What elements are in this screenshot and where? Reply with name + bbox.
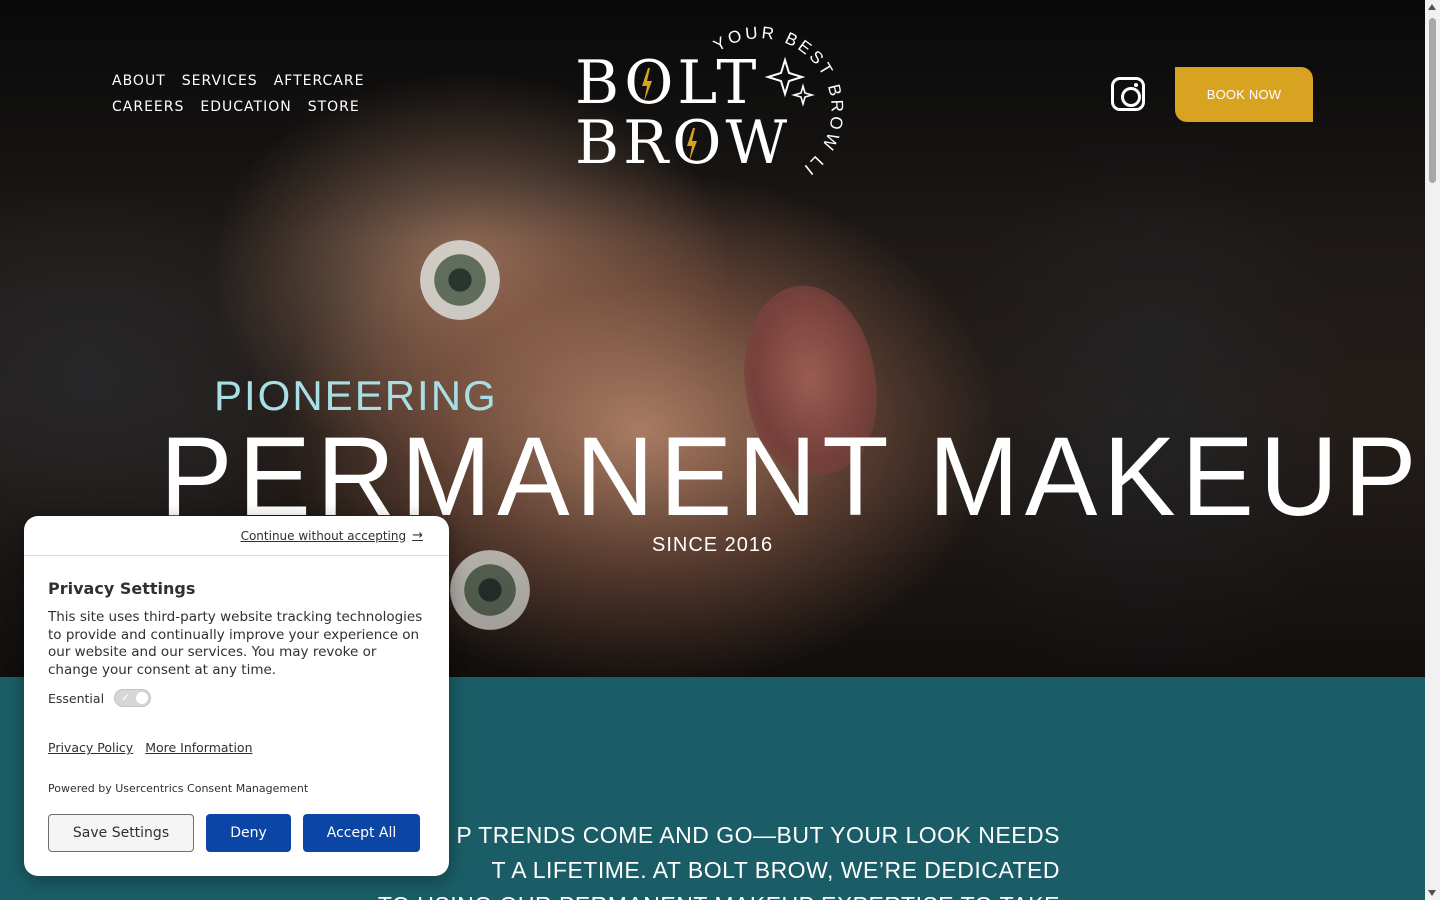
main-nav: ABOUT SERVICES AFTERCARE CAREERS EDUCATI… [112,70,452,118]
powered-by-text: Powered by Usercentrics Consent Manageme… [48,782,309,795]
more-information-link[interactable]: More Information [145,740,252,755]
sparkle-icon [764,56,806,98]
checkmark-icon: ✓ [121,691,131,704]
privacy-policy-link[interactable]: Privacy Policy [48,740,133,755]
arrow-right-icon: → [412,528,423,543]
essential-label: Essential [48,690,105,706]
continue-without-accepting-link[interactable]: Continue without accepting → [241,528,423,543]
book-now-button[interactable]: BOOK NOW [1175,67,1313,122]
consent-links: Privacy Policy More Information [48,740,253,755]
nav-item-aftercare[interactable]: AFTERCARE [274,70,365,92]
nav-item-about[interactable]: ABOUT [112,70,166,92]
logo-word-bolt: BOLT [575,48,761,118]
essential-toggle[interactable]: ✓ [114,689,152,707]
nav-item-services[interactable]: SERVICES [182,70,258,92]
hero-since: SINCE 2016 [652,534,774,556]
scrollbar-thumb[interactable] [1429,18,1436,183]
logo-word-brow: BROW [575,108,792,178]
sparkle-icon [791,83,815,107]
continue-label: Continue without accepting [240,528,407,543]
privacy-consent-modal: Continue without accepting → Privacy Set… [24,516,449,876]
scroll-up-arrow-icon[interactable] [1428,4,1436,10]
intro-text-line: TO USING OUR PERMANENT MAKEUP EXPERTISE … [300,888,1060,900]
lightning-bolt-icon [642,68,652,102]
consent-body: This site uses third-party website track… [48,609,423,678]
deny-button[interactable]: Deny [206,814,291,852]
consent-title: Privacy Settings [48,579,196,598]
nav-item-store[interactable]: STORE [308,96,360,118]
nav-item-careers[interactable]: CAREERS [112,96,184,118]
scroll-down-arrow-icon[interactable] [1428,890,1436,896]
site-logo[interactable]: YOUR BEST BROW LIFE BOLT BROW [570,18,860,178]
lightning-bolt-icon [687,128,697,162]
instagram-icon[interactable] [1111,77,1145,111]
save-settings-button[interactable]: Save Settings [48,814,194,852]
accept-all-button[interactable]: Accept All [303,814,420,852]
consent-buttons: Save Settings Deny Accept All [48,814,420,852]
essential-toggle-row: Essential ✓ [48,689,152,707]
page-scrollbar[interactable] [1425,0,1440,900]
consent-header: Continue without accepting → [24,516,449,556]
nav-item-education[interactable]: EDUCATION [200,96,291,118]
